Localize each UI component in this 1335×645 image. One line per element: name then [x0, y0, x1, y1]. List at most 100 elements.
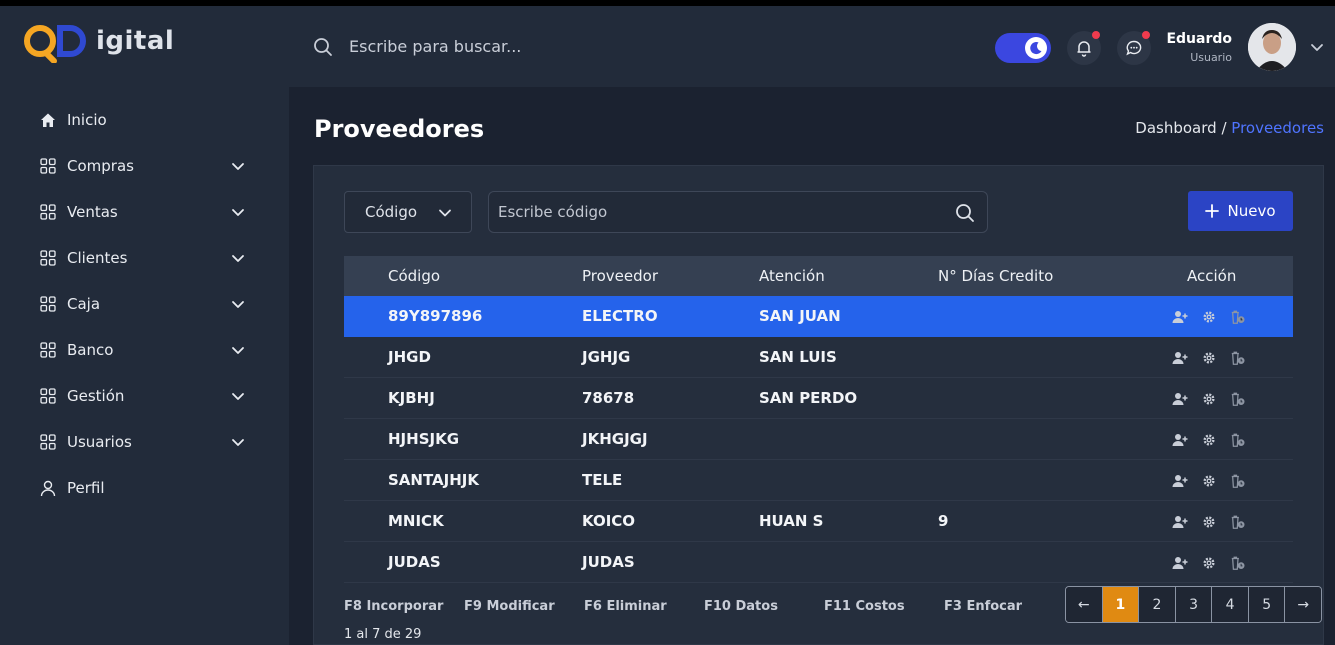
chevron-down-icon [230, 158, 246, 174]
gear-icon[interactable] [1201, 391, 1217, 407]
delete-clock-icon[interactable] [1230, 391, 1246, 407]
new-button-label: Nuevo [1227, 202, 1276, 220]
sidebar-item-gestin[interactable]: Gestión [38, 384, 250, 408]
sidebar-item-label: Caja [67, 295, 101, 313]
row-actions [1172, 430, 1252, 450]
cell-codigo: KJBHJ [388, 389, 435, 407]
column-header-atencion[interactable]: Atención [759, 267, 825, 285]
cell-codigo: HJHSJKG [388, 430, 460, 448]
fkey-datos[interactable]: F10 Datos [704, 599, 778, 614]
delete-clock-icon[interactable] [1230, 514, 1246, 530]
gear-icon[interactable] [1201, 473, 1217, 489]
gear-icon[interactable] [1201, 432, 1217, 448]
table-row[interactable]: MNICK KOICO HUAN S 9 [344, 501, 1293, 542]
dark-mode-toggle[interactable] [995, 33, 1051, 63]
new-supplier-button[interactable]: Nuevo [1188, 191, 1293, 231]
table-body: 89Y897896 ELECTRO SAN JUAN JHGD JGHJG SAN LUI… [344, 296, 1293, 583]
fkey-eliminar[interactable]: F6 Eliminar [584, 599, 667, 614]
cell-proveedor: TELE [582, 471, 623, 489]
gear-icon[interactable] [1201, 309, 1217, 325]
cell-atencion: SAN LUIS [759, 348, 837, 366]
cell-proveedor: JKHGJGJ [582, 430, 648, 448]
main-content: Proveedores Dashboard / Proveedores Códi… [289, 87, 1335, 645]
plus-icon [1205, 204, 1220, 218]
add-user-icon[interactable] [1172, 432, 1188, 448]
fkey-enfocar[interactable]: F3 Enfocar [944, 599, 1022, 614]
column-header-proveedor[interactable]: Proveedor [582, 267, 658, 285]
delete-clock-icon[interactable] [1230, 350, 1246, 366]
chevron-down-icon [230, 204, 246, 220]
filter-field-select[interactable]: Código [344, 191, 472, 233]
fkey-costos[interactable]: F11 Costos [824, 599, 905, 614]
moon-icon [1025, 37, 1047, 59]
pagination-page-3[interactable]: 3 [1175, 587, 1213, 622]
sidebar-item-perfil[interactable]: Perfil [38, 476, 250, 500]
sidebar-item-label: Clientes [67, 249, 128, 267]
grid-icon [38, 156, 58, 176]
logo-mark-icon [24, 25, 86, 64]
gear-icon[interactable] [1201, 514, 1217, 530]
column-header-dias-credito[interactable]: N° Días Credito [938, 267, 1053, 285]
page-title: Proveedores [314, 115, 485, 143]
table-row[interactable]: JHGD JGHJG SAN LUIS [344, 337, 1293, 378]
add-user-icon[interactable] [1172, 473, 1188, 489]
grid-icon [38, 202, 58, 222]
add-user-icon[interactable] [1172, 391, 1188, 407]
sidebar-item-usuarios[interactable]: Usuarios [38, 430, 250, 454]
cell-proveedor: ELECTRO [582, 307, 658, 325]
column-header-codigo[interactable]: Código [388, 267, 440, 285]
add-user-icon[interactable] [1172, 555, 1188, 571]
table-row[interactable]: KJBHJ 78678 SAN PERDO [344, 378, 1293, 419]
avatar[interactable] [1248, 23, 1296, 71]
table-row[interactable]: JUDAS JUDAS [344, 542, 1293, 583]
user-role: Usuario [1190, 51, 1232, 64]
cell-codigo: SANTAJHJK [388, 471, 479, 489]
sidebar-item-banco[interactable]: Banco [38, 338, 250, 362]
cell-codigo: JUDAS [388, 553, 441, 571]
table-row[interactable]: SANTAJHJK TELE [344, 460, 1293, 501]
pagination-page-5[interactable]: 5 [1248, 587, 1286, 622]
user-icon [38, 478, 58, 498]
cell-codigo: MNICK [388, 512, 444, 530]
sidebar-item-inicio[interactable]: Inicio [38, 108, 250, 132]
chevron-down-icon[interactable] [1309, 39, 1325, 55]
gear-icon[interactable] [1201, 350, 1217, 366]
breadcrumb-parent[interactable]: Dashboard / [1135, 119, 1226, 137]
pagination-page-2[interactable]: 2 [1139, 587, 1176, 622]
sidebar-item-label: Usuarios [67, 433, 132, 451]
suppliers-card: Código Nuevo Código Proveedor Atención N… [313, 165, 1324, 645]
add-user-icon[interactable] [1172, 309, 1188, 325]
add-user-icon[interactable] [1172, 350, 1188, 366]
add-user-icon[interactable] [1172, 514, 1188, 530]
messages-button[interactable] [1117, 31, 1151, 65]
fkey-incorporar[interactable]: F8 Incorporar [344, 599, 443, 614]
delete-clock-icon[interactable] [1230, 473, 1246, 489]
search-icon[interactable] [955, 203, 975, 223]
suppliers-table: Código Proveedor Atención N° Días Credit… [344, 256, 1293, 583]
fkey-modificar[interactable]: F9 Modificar [464, 599, 555, 614]
pagination-page-4[interactable]: 4 [1212, 587, 1249, 622]
pagination-next-button[interactable]: → [1285, 587, 1321, 622]
cell-codigo: JHGD [388, 348, 431, 366]
search-icon[interactable] [313, 37, 333, 57]
logo[interactable]: igital [22, 23, 174, 64]
sidebar-item-clientes[interactable]: Clientes [38, 246, 250, 270]
notifications-button[interactable] [1067, 31, 1101, 65]
cell-atencion: SAN JUAN [759, 307, 841, 325]
code-search-input[interactable] [488, 191, 988, 233]
pagination-prev-button[interactable]: ← [1066, 587, 1103, 622]
table-row[interactable]: 89Y897896 ELECTRO SAN JUAN [344, 296, 1293, 337]
chevron-down-icon [230, 342, 246, 358]
pagination-page-1[interactable]: 1 [1102, 587, 1140, 622]
delete-clock-icon[interactable] [1230, 432, 1246, 448]
sidebar-item-compras[interactable]: Compras [38, 154, 250, 178]
sidebar-item-ventas[interactable]: Ventas [38, 200, 250, 224]
delete-clock-icon[interactable] [1230, 555, 1246, 571]
delete-clock-icon[interactable] [1230, 309, 1246, 325]
table-row[interactable]: HJHSJKG JKHGJGJ [344, 419, 1293, 460]
gear-icon[interactable] [1201, 555, 1217, 571]
function-keys-bar: F8 Incorporar F9 Modificar F6 Eliminar F… [344, 599, 1044, 619]
global-search-input[interactable]: Escribe para buscar... [349, 37, 521, 56]
cell-atencion: SAN PERDO [759, 389, 858, 407]
sidebar-item-caja[interactable]: Caja [38, 292, 250, 316]
